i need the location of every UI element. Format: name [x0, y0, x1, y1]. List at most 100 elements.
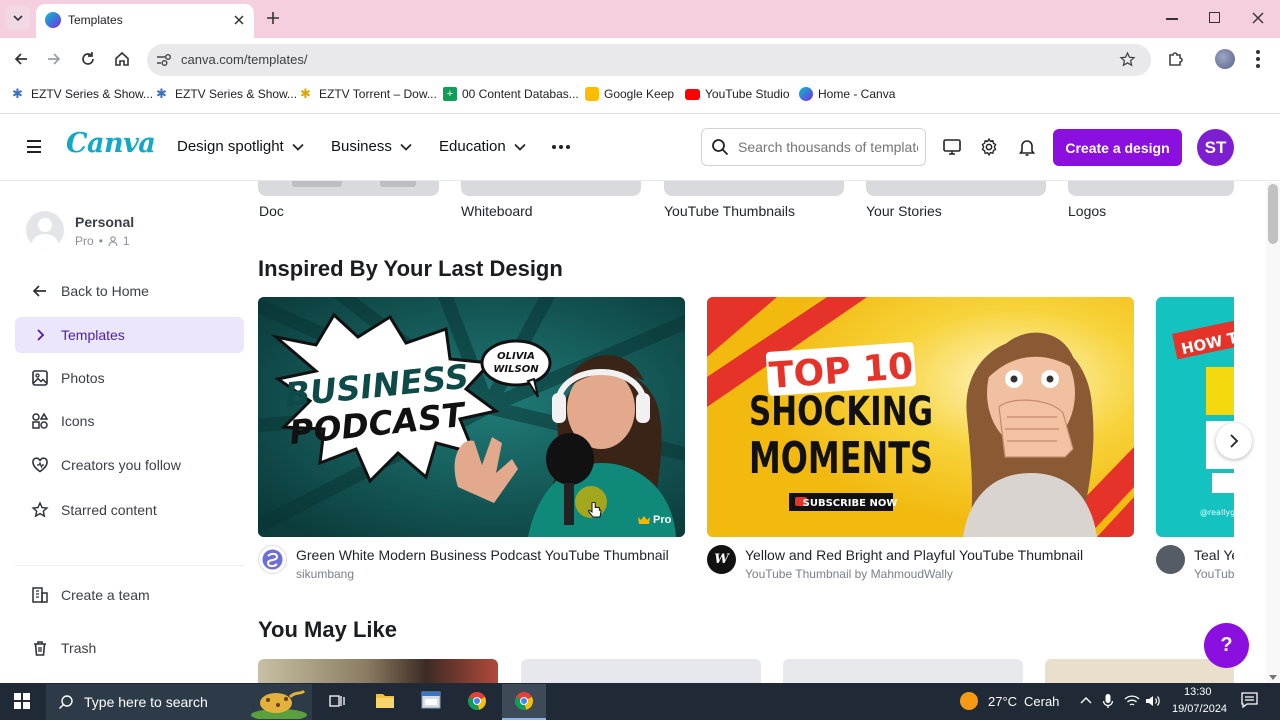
forward-arrow-icon[interactable]: [46, 51, 62, 67]
template-title[interactable]: Yellow and Red Bright and Playful YouTub…: [745, 547, 1083, 563]
template-title[interactable]: Green White Modern Business Podcast YouT…: [296, 547, 669, 563]
tray-chevron-up-icon[interactable]: [1080, 696, 1092, 704]
volume-icon[interactable]: [1145, 694, 1161, 708]
notifications-bell-icon[interactable]: [1017, 137, 1037, 157]
profile-avatar-icon[interactable]: [1215, 49, 1235, 69]
bookmark-item[interactable]: YouTube Studio: [685, 86, 790, 102]
close-window-icon[interactable]: [1252, 12, 1264, 24]
new-tab-icon[interactable]: [266, 11, 280, 25]
template-author[interactable]: YouTube Thumbnail by MahmoudWally: [745, 567, 953, 581]
clock-time[interactable]: 13:30: [1184, 686, 1212, 698]
bookmark-item[interactable]: Home - Canva: [799, 86, 895, 102]
home-icon[interactable]: [114, 51, 130, 67]
windows-start-icon[interactable]: [14, 693, 30, 709]
category-thumbnail[interactable]: [866, 181, 1046, 196]
scrollbar-thumb[interactable]: [1268, 184, 1278, 244]
sidebar-item-creators[interactable]: Creators you follow: [15, 447, 244, 483]
canva-logo[interactable]: Canva: [66, 128, 156, 159]
sidebar-item-label: Back to Home: [61, 283, 149, 299]
help-button[interactable]: ?: [1204, 623, 1249, 668]
create-design-button[interactable]: Create a design: [1053, 129, 1182, 166]
sidebar-item-photos[interactable]: Photos: [15, 360, 244, 396]
chrome-taskbar-icon[interactable]: [467, 691, 487, 711]
category-thumbnail[interactable]: [258, 181, 439, 196]
nav-education[interactable]: Education: [439, 138, 526, 155]
sidebar-item-label: Templates: [61, 327, 125, 343]
template-card[interactable]: BUSINESS PODCAST OLIVIA WILSON Pro: [258, 297, 685, 537]
category-thumbnail[interactable]: [1068, 181, 1234, 196]
browser-tab[interactable]: Templates: [36, 4, 254, 38]
carousel-next-button[interactable]: [1216, 423, 1252, 459]
minimize-icon[interactable]: [1166, 18, 1178, 20]
chrome-menu-icon[interactable]: [1256, 50, 1260, 68]
eztv-icon: ✱: [300, 86, 311, 101]
bookmark-item[interactable]: + 00 Content Databas...: [443, 86, 579, 102]
creator-logo[interactable]: [1156, 545, 1185, 574]
bookmark-item[interactable]: Google Keep: [585, 86, 674, 102]
bookmark-item[interactable]: ✱ EZTV Torrent – Dow...: [300, 86, 437, 102]
extensions-icon[interactable]: [1167, 50, 1185, 68]
chrome-active-taskbar-button[interactable]: [502, 684, 546, 720]
file-explorer-icon[interactable]: [375, 691, 395, 709]
more-nav-icon[interactable]: [552, 145, 570, 149]
category-doc[interactable]: Doc: [259, 203, 284, 219]
app-window-icon[interactable]: [421, 691, 441, 709]
bookmark-item[interactable]: ✱ EZTV Series & Show...: [156, 86, 297, 102]
template-card[interactable]: [783, 659, 1023, 683]
notification-center-icon[interactable]: [1241, 692, 1258, 708]
template-search[interactable]: [701, 128, 926, 166]
back-arrow-icon[interactable]: [13, 51, 29, 67]
sidebar-item-trash[interactable]: Trash: [15, 630, 244, 666]
page-scrollbar[interactable]: [1266, 182, 1280, 683]
reload-icon[interactable]: [80, 51, 96, 67]
profile-members: 1: [122, 234, 130, 248]
weather-desc[interactable]: Cerah: [1024, 694, 1059, 709]
desktop-app-icon[interactable]: [942, 137, 962, 157]
template-author[interactable]: sikumbang: [296, 567, 354, 581]
creator-logo[interactable]: [258, 545, 287, 574]
category-thumbnail[interactable]: [664, 181, 844, 196]
eztv-icon: ✱: [12, 86, 23, 101]
omnibox[interactable]: canva.com/templates/: [147, 44, 1151, 76]
template-card[interactable]: TOP 10 SHOCKING MOMENTS SUBSCRIBE NOW: [707, 297, 1134, 537]
template-card[interactable]: HOW T @reallyg: [1156, 297, 1234, 537]
category-whiteboard[interactable]: Whiteboard: [461, 203, 533, 219]
sidebar-item-starred[interactable]: Starred content: [15, 492, 244, 528]
tab-search-button[interactable]: [6, 6, 30, 30]
nav-design-spotlight[interactable]: Design spotlight: [177, 138, 304, 155]
creator-logo[interactable]: W: [707, 545, 736, 574]
weather-sun-icon[interactable]: [960, 692, 978, 710]
template-author[interactable]: YouTub: [1194, 567, 1234, 581]
template-card[interactable]: [258, 659, 498, 683]
template-card[interactable]: [521, 659, 761, 683]
settings-gear-icon[interactable]: [979, 137, 999, 157]
sidebar-item-icons[interactable]: Icons: [15, 403, 244, 439]
user-avatar[interactable]: ST: [1197, 129, 1234, 166]
nav-business[interactable]: Business: [331, 138, 412, 155]
wifi-icon[interactable]: [1124, 694, 1140, 708]
bookmark-star-icon[interactable]: [1119, 51, 1136, 68]
sidebar-item-label: Starred content: [61, 502, 157, 518]
task-view-icon[interactable]: [329, 693, 345, 709]
sidebar-item-create-team[interactable]: Create a team: [15, 577, 244, 613]
site-settings-icon[interactable]: [156, 53, 172, 67]
category-youtube-thumbnails[interactable]: YouTube Thumbnails: [664, 203, 795, 219]
sidebar-item-back-home[interactable]: Back to Home: [15, 273, 244, 309]
bookmark-label: EZTV Series & Show...: [175, 87, 298, 101]
template-title[interactable]: Teal Ye: [1194, 547, 1234, 563]
category-your-stories[interactable]: Your Stories: [866, 203, 942, 219]
close-tab-icon[interactable]: [232, 13, 246, 27]
weather-temp[interactable]: 27°C: [988, 694, 1017, 709]
category-thumbnail[interactable]: [461, 181, 641, 196]
sidebar-item-templates[interactable]: Templates: [15, 317, 244, 353]
search-input[interactable]: [738, 139, 918, 155]
template-card[interactable]: [1045, 659, 1234, 683]
hamburger-menu-icon[interactable]: [27, 140, 41, 153]
bookmark-label: EZTV Torrent – Dow...: [319, 87, 437, 101]
category-logos[interactable]: Logos: [1068, 203, 1106, 219]
microphone-icon[interactable]: [1102, 693, 1114, 709]
profile-avatar[interactable]: [26, 211, 64, 249]
bookmark-item[interactable]: ✱ EZTV Series & Show...: [12, 86, 153, 102]
clock-date[interactable]: 19/07/2024: [1172, 703, 1227, 715]
maximize-icon[interactable]: [1209, 12, 1220, 23]
